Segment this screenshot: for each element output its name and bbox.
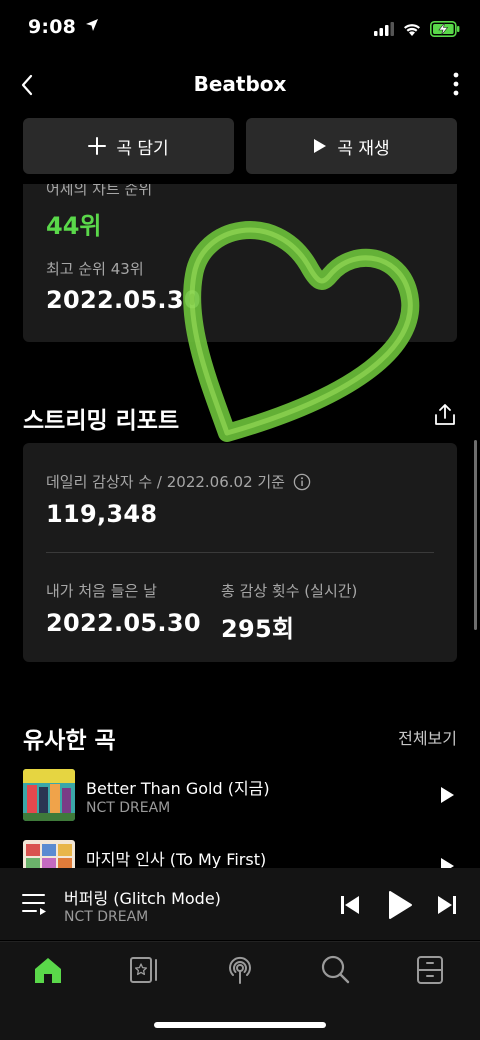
battery-charging-icon <box>430 21 460 37</box>
heart-doodle <box>183 221 420 442</box>
see-all-link[interactable]: 전체보기 <box>398 725 457 749</box>
share-button[interactable] <box>432 402 458 428</box>
daily-listeners-label: 데일리 감상자 수 / 2022.06.02 기준 <box>46 473 285 491</box>
yesterday-rank-value: 44위 <box>46 212 102 240</box>
queue-icon <box>22 894 46 915</box>
streaming-report-title: 스트리밍 리포트 <box>23 408 180 434</box>
song-artist: NCT DREAM <box>86 800 171 816</box>
song-title: Better Than Gold (지금) <box>86 779 270 798</box>
tab-storage[interactable] <box>416 955 444 989</box>
first-listen-value: 2022.05.30 <box>46 609 201 637</box>
status-time-text: 9:08 <box>28 16 77 38</box>
status-time: 9:08 <box>28 16 99 38</box>
tab-podcast[interactable] <box>224 954 256 990</box>
tab-home[interactable] <box>33 956 63 988</box>
share-icon <box>435 404 455 425</box>
cellular-signal-icon <box>374 22 394 36</box>
daily-listeners-row: 데일리 감상자 수 / 2022.06.02 기준 <box>46 471 311 492</box>
play-button[interactable] <box>387 890 413 924</box>
similar-songs-title: 유사한 곡 <box>23 728 116 754</box>
scrollbar[interactable] <box>474 440 477 630</box>
home-indicator <box>154 1022 326 1028</box>
song-play-button[interactable] <box>439 786 455 808</box>
page-title: Beatbox <box>193 72 287 96</box>
now-playing-artist: NCT DREAM <box>64 909 149 925</box>
add-song-label: 곡 담기 <box>116 138 169 159</box>
location-arrow-icon <box>85 19 98 31</box>
podcast-icon <box>229 956 251 984</box>
home-icon <box>35 958 61 983</box>
skip-next-icon <box>438 896 456 914</box>
song-title: 마지막 인사 (To My First) <box>86 850 267 869</box>
play-song-button[interactable]: 곡 재생 <box>246 118 457 174</box>
search-icon <box>321 955 350 984</box>
info-icon[interactable] <box>293 473 311 491</box>
first-listen-label: 내가 처음 들은 날 <box>46 582 157 600</box>
library-icon <box>130 957 157 983</box>
play-icon <box>314 139 327 153</box>
best-rank-label: 최고 순위 43위 <box>46 260 144 278</box>
next-button[interactable] <box>437 894 457 920</box>
skip-previous-icon <box>341 896 359 914</box>
tab-library[interactable] <box>129 956 159 988</box>
list-item[interactable]: Better Than Gold (지금) NCT DREAM <box>23 769 457 823</box>
now-playing-title: 버퍼링 (Glitch Mode) <box>64 889 221 908</box>
total-plays-value: 295회 <box>221 615 295 643</box>
storage-icon <box>417 956 443 984</box>
mini-player[interactable]: 버퍼링 (Glitch Mode) NCT DREAM <box>0 868 480 940</box>
album-art <box>23 769 75 821</box>
play-icon <box>389 891 412 919</box>
report-divider <box>46 552 434 553</box>
play-icon <box>441 787 454 803</box>
more-button[interactable] <box>446 70 466 100</box>
status-icons <box>374 18 460 40</box>
total-plays-label: 총 감상 횟수 (실시간) <box>221 582 358 600</box>
wifi-icon <box>404 23 420 36</box>
previous-button[interactable] <box>340 894 360 920</box>
best-rank-date: 2022.05.30 <box>46 286 201 314</box>
more-vertical-icon <box>453 72 459 96</box>
daily-listeners-value: 119,348 <box>46 500 158 528</box>
play-song-label: 곡 재생 <box>337 138 390 159</box>
tab-search[interactable] <box>320 954 350 988</box>
playlist-queue-button[interactable] <box>22 892 48 920</box>
add-song-button[interactable]: 곡 담기 <box>23 118 234 174</box>
plus-icon <box>88 137 107 155</box>
